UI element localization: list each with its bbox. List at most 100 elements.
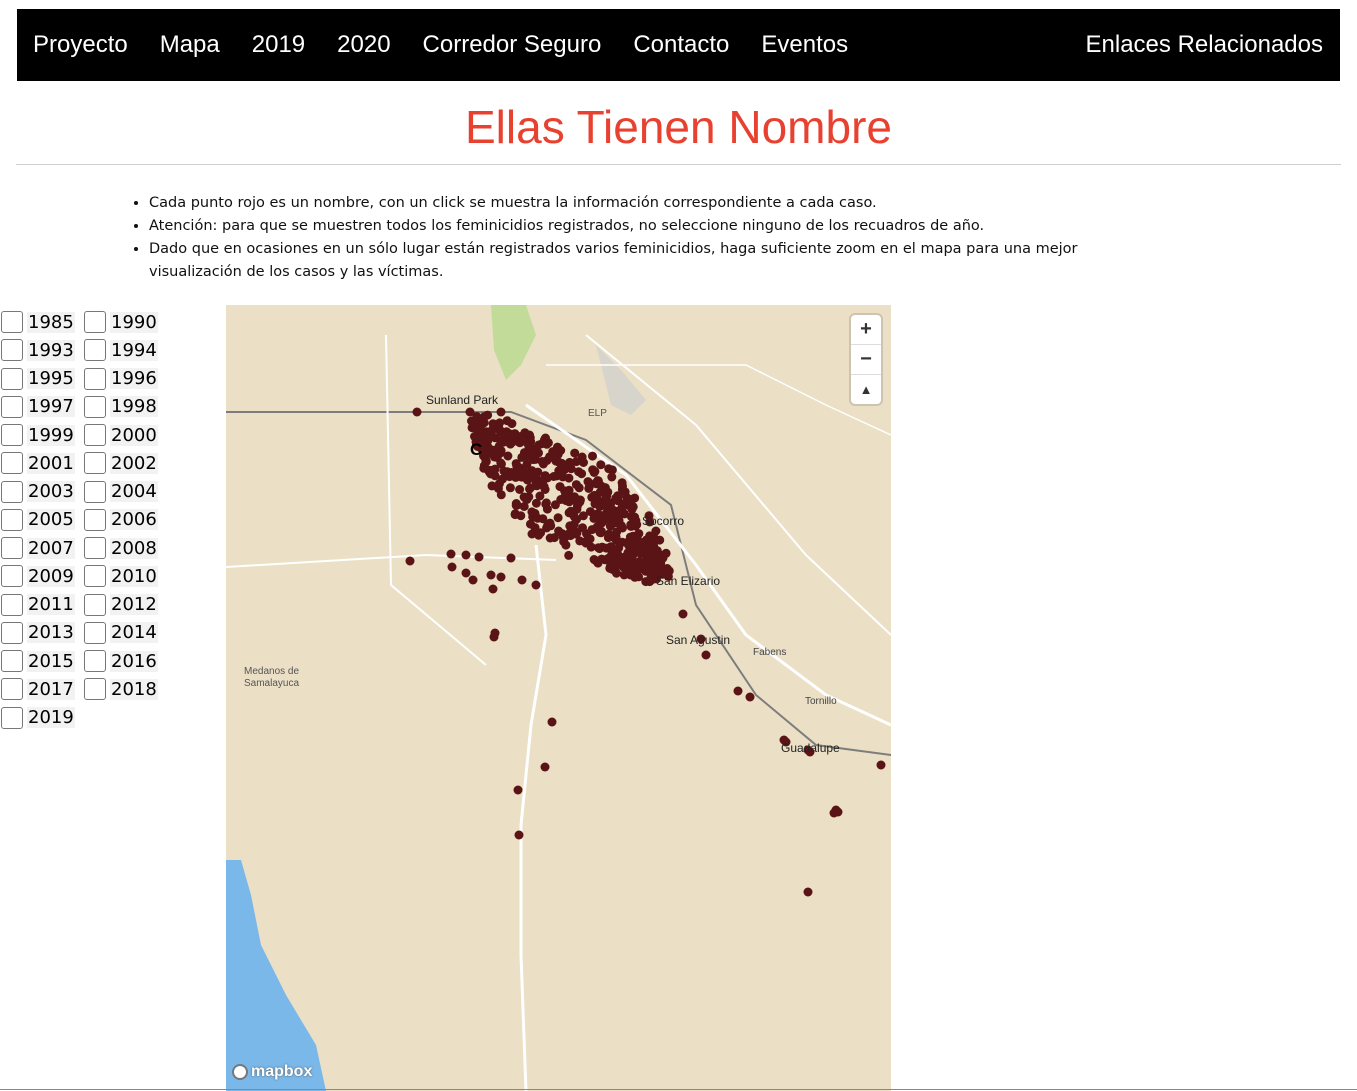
case-marker[interactable] [606,519,616,529]
case-marker[interactable] [560,465,569,475]
map-canvas[interactable]: Sunland Park ELP Socorro San Elizario Sa… [226,305,891,1091]
case-marker[interactable] [513,785,523,795]
checkbox[interactable] [84,565,106,588]
checkbox[interactable] [84,650,106,672]
checkbox[interactable] [1,367,23,390]
case-marker[interactable] [537,457,547,466]
case-marker[interactable] [474,552,484,562]
year-checkbox-2010[interactable]: 2010 [84,563,158,589]
case-marker[interactable] [558,529,567,539]
case-marker[interactable] [608,565,618,574]
case-marker[interactable] [566,506,576,516]
case-marker[interactable] [607,465,617,475]
case-marker[interactable] [733,686,743,696]
case-marker[interactable] [514,830,524,840]
case-marker[interactable] [496,572,506,582]
case-marker[interactable] [461,550,471,560]
year-checkbox-2006[interactable]: 2006 [84,507,158,533]
year-checkbox-2016[interactable]: 2016 [84,648,158,674]
nav-item-eventos[interactable]: Eventos [761,31,848,59]
case-marker[interactable] [492,423,502,433]
case-marker[interactable] [490,464,500,474]
case-marker[interactable] [510,510,520,520]
case-marker[interactable] [520,493,530,503]
case-marker[interactable] [487,431,497,441]
year-checkbox-2000[interactable]: 2000 [84,422,158,448]
case-marker[interactable] [554,457,564,467]
nav-item-contacto[interactable]: Contacto [633,31,729,59]
case-dots[interactable] [405,407,886,897]
case-marker[interactable] [593,558,603,568]
case-marker[interactable] [514,467,524,477]
case-marker[interactable] [506,553,516,563]
nav-item-2020[interactable]: 2020 [337,31,390,59]
case-marker[interactable] [405,556,415,566]
year-checkbox-2018[interactable]: 2018 [84,676,158,702]
zoom-in-button[interactable]: + [851,315,881,345]
case-marker[interactable] [624,540,634,550]
case-marker[interactable] [461,568,471,578]
case-marker[interactable] [508,437,518,446]
nav-item-proyecto[interactable]: Proyecto [33,31,128,59]
case-marker[interactable] [486,449,496,458]
nav-item-enlaces-relacionados[interactable]: Enlaces Relacionados [1086,9,1323,81]
checkbox[interactable] [84,593,106,616]
year-checkbox-2005[interactable]: 2005 [1,507,75,533]
year-checkbox-2012[interactable]: 2012 [84,592,158,618]
case-marker[interactable] [540,762,550,772]
checkbox[interactable] [1,593,23,616]
case-marker[interactable] [548,447,558,457]
case-marker[interactable] [564,550,574,560]
case-marker[interactable] [505,483,515,493]
checkbox[interactable] [1,339,23,362]
case-marker[interactable] [628,556,638,566]
year-checkbox-2007[interactable]: 2007 [1,535,75,561]
case-marker[interactable] [615,554,625,564]
case-marker[interactable] [545,533,555,543]
checkbox[interactable] [84,480,106,503]
case-marker[interactable] [531,498,541,508]
checkbox[interactable] [1,537,23,559]
checkbox[interactable] [1,311,23,333]
case-marker[interactable] [572,528,582,538]
compass-button[interactable]: ▲ [851,375,881,404]
case-marker[interactable] [619,570,629,580]
year-checkbox-2011[interactable]: 2011 [1,592,75,618]
case-marker[interactable] [472,415,482,425]
case-marker[interactable] [678,609,688,619]
checkbox[interactable] [1,621,23,644]
year-checkbox-2003[interactable]: 2003 [1,479,75,505]
checkbox[interactable] [84,678,106,701]
case-marker[interactable] [564,497,574,507]
case-marker[interactable] [489,632,499,642]
year-checkbox-1999[interactable]: 1999 [1,422,75,448]
case-marker[interactable] [573,496,583,506]
year-checkbox-1993[interactable]: 1993 [1,337,75,363]
case-marker[interactable] [412,407,422,417]
year-checkbox-2013[interactable]: 2013 [1,620,75,646]
checkbox[interactable] [1,565,23,588]
case-marker[interactable] [588,451,597,461]
case-marker[interactable] [628,520,638,530]
case-marker[interactable] [521,451,531,461]
year-checkbox-2002[interactable]: 2002 [84,450,158,476]
case-marker[interactable] [541,498,551,508]
case-marker[interactable] [601,543,611,553]
case-marker[interactable] [517,575,527,585]
checkbox[interactable] [1,508,23,531]
case-marker[interactable] [511,459,521,469]
case-marker[interactable] [630,572,640,582]
case-marker[interactable] [584,481,594,491]
checkbox[interactable] [1,452,23,475]
case-marker[interactable] [447,562,457,572]
year-checkbox-2014[interactable]: 2014 [84,620,158,646]
checkbox[interactable] [1,395,23,418]
case-marker[interactable] [610,534,620,544]
case-marker[interactable] [550,500,560,510]
case-marker[interactable] [582,529,591,539]
case-marker[interactable] [613,491,623,501]
case-marker[interactable] [541,433,550,443]
map[interactable]: Sunland Park ELP Socorro San Elizario Sa… [226,305,891,1091]
checkbox[interactable] [1,706,23,729]
case-marker[interactable] [803,887,813,897]
